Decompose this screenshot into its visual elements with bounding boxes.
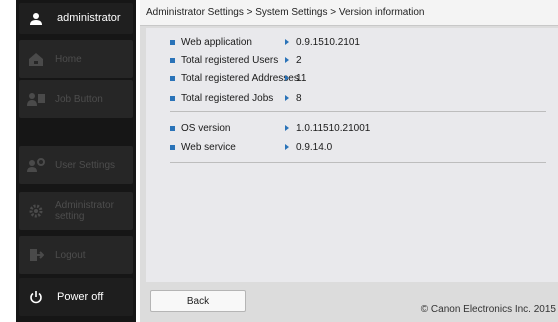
divider — [170, 111, 546, 112]
back-button[interactable]: Back — [150, 290, 246, 312]
info-row-total-jobs: Total registered Jobs 8 — [170, 91, 302, 105]
arrow-icon — [285, 75, 289, 81]
info-value: 1.0.11510.21001 — [296, 122, 371, 134]
user-indicator: administrator — [19, 3, 133, 34]
sidebar-item-user-settings[interactable]: User Settings — [19, 146, 133, 184]
sidebar-item-label: Home — [55, 53, 82, 65]
info-key: Web application — [181, 36, 252, 48]
info-row-total-users: Total registered Users 2 — [170, 53, 302, 67]
job-button-icon — [21, 89, 51, 109]
sidebar-item-label: User Settings — [55, 159, 116, 171]
arrow-icon — [285, 95, 289, 101]
info-key: Total registered Addresses — [181, 72, 299, 84]
version-info-panel: Web application 0.9.1510.2101 Total regi… — [146, 28, 558, 282]
info-row-os-version: OS version 1.0.11510.21001 — [170, 121, 370, 135]
copyright-text: © Canon Electronics Inc. 2015 — [420, 304, 556, 315]
user-name: administrator — [57, 12, 121, 24]
power-off-label: Power off — [57, 290, 104, 303]
power-icon — [21, 287, 51, 307]
info-key: Web service — [181, 141, 236, 153]
arrow-icon — [285, 39, 289, 45]
bullet-icon — [170, 57, 175, 63]
info-row-web-service: Web service 0.9.14.0 — [170, 140, 332, 154]
breadcrumb: Administrator Settings > System Settings… — [140, 0, 558, 26]
power-off-button[interactable]: Power off — [19, 278, 133, 316]
user-icon — [21, 9, 51, 29]
user-settings-icon — [21, 155, 51, 175]
info-key: Total registered Users — [181, 54, 279, 66]
arrow-icon — [285, 144, 289, 150]
arrow-icon — [285, 57, 289, 63]
sidebar-item-administrator-setting[interactable]: Administrator setting — [19, 192, 133, 230]
sidebar-item-label: Job Button — [55, 93, 103, 105]
info-value: 0.9.14.0 — [296, 141, 333, 153]
info-value: 8 — [296, 92, 302, 104]
gear-icon — [21, 201, 51, 221]
sidebar-item-home[interactable]: Home — [19, 40, 133, 78]
sidebar: administrator Home Job Button User Setti… — [16, 0, 136, 322]
bullet-icon — [170, 39, 175, 45]
main-area: Administrator Settings > System Settings… — [140, 0, 558, 322]
footer: Back © Canon Electronics Inc. 2015 — [140, 284, 558, 322]
logout-icon — [21, 245, 51, 265]
sidebar-item-label: Administrator setting — [55, 200, 114, 222]
home-icon — [21, 49, 51, 69]
bullet-icon — [170, 144, 175, 150]
sidebar-item-job-button[interactable]: Job Button — [19, 80, 133, 118]
sidebar-item-logout[interactable]: Logout — [19, 236, 133, 274]
info-row-total-addresses: Total registered Addresses 11 — [170, 71, 306, 85]
bullet-icon — [170, 75, 175, 81]
info-value: 11 — [296, 72, 307, 84]
divider — [170, 162, 546, 163]
info-value: 2 — [296, 54, 302, 66]
info-key: Total registered Jobs — [181, 92, 274, 104]
sidebar-item-label: Logout — [55, 249, 86, 261]
arrow-icon — [285, 125, 289, 131]
bullet-icon — [170, 125, 175, 131]
bullet-icon — [170, 95, 175, 101]
info-key: OS version — [181, 122, 231, 134]
info-value: 0.9.1510.2101 — [296, 36, 360, 48]
info-row-web-application: Web application 0.9.1510.2101 — [170, 35, 360, 49]
